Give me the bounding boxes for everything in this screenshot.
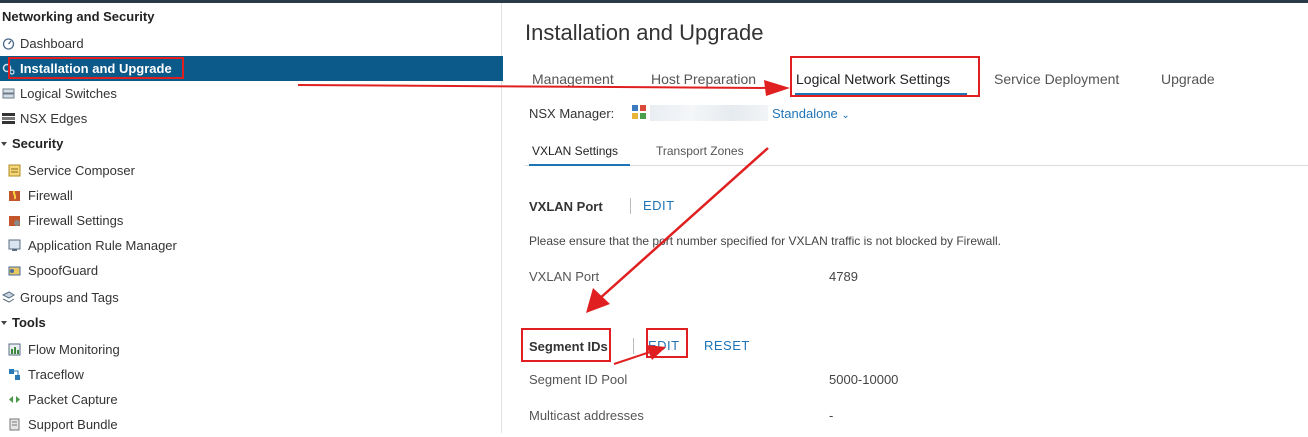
dashboard-icon xyxy=(2,38,15,50)
composer-icon xyxy=(8,164,21,177)
sidebar-item-label: Flow Monitoring xyxy=(28,342,120,357)
subtab-transport-zones[interactable]: Transport Zones xyxy=(656,144,744,158)
caret-down-icon xyxy=(1,320,7,325)
sidebar-item-label: Groups and Tags xyxy=(20,290,119,305)
sidebar-item-spoofguard[interactable]: SpoofGuard xyxy=(0,258,509,283)
sidebar-item-label: Traceflow xyxy=(28,367,84,382)
selected-subtab-indicator xyxy=(529,164,630,166)
sidebar-item-groups-tags[interactable]: Groups and Tags xyxy=(0,285,503,310)
segment-id-pool-label: Segment ID Pool xyxy=(529,372,628,387)
edges-icon xyxy=(2,113,15,124)
vxlan-port-label: VXLAN Port xyxy=(529,269,600,284)
caret-down-icon xyxy=(1,141,7,146)
sidebar-title: Networking and Security xyxy=(2,9,155,24)
annotation-box-logical-network-tab xyxy=(790,56,980,97)
sidebar-item-label: Firewall xyxy=(28,188,73,203)
vxlan-port-value: 4789 xyxy=(829,269,858,284)
segment-id-pool-value: 5000-10000 xyxy=(829,372,899,387)
sidebar-item-label: Support Bundle xyxy=(28,417,118,432)
sidebar-item-flow-monitoring[interactable]: Flow Monitoring xyxy=(0,337,509,362)
section-label: Tools xyxy=(12,315,46,330)
sidebar-item-firewall[interactable]: Firewall xyxy=(0,183,509,208)
sidebar-item-label: Packet Capture xyxy=(28,392,118,407)
sidebar-item-firewall-settings[interactable]: Firewall Settings xyxy=(0,208,509,233)
sidebar-item-packet-capture[interactable]: Packet Capture xyxy=(0,387,509,412)
switches-icon xyxy=(2,88,15,99)
divider xyxy=(630,198,631,214)
sidebar-section-security[interactable]: Security xyxy=(0,136,63,151)
segment-reset-button[interactable]: RESET xyxy=(704,338,750,353)
support-bundle-icon xyxy=(9,418,20,431)
sidebar-item-label: Firewall Settings xyxy=(28,213,124,228)
sidebar-section-tools[interactable]: Tools xyxy=(0,315,46,330)
traceflow-icon xyxy=(9,369,20,380)
tab-host-preparation[interactable]: Host Preparation xyxy=(651,71,756,87)
tab-management[interactable]: Management xyxy=(532,71,614,87)
subtab-vxlan-settings[interactable]: VXLAN Settings xyxy=(532,144,618,158)
rule-manager-icon xyxy=(8,239,21,251)
firewall-icon xyxy=(9,190,20,201)
vxlan-edit-button[interactable]: EDIT xyxy=(643,198,675,213)
sidebar-item-label: Dashboard xyxy=(20,36,84,51)
nsx-manager-address-redacted xyxy=(650,105,768,121)
sidebar-item-label: Application Rule Manager xyxy=(28,238,177,253)
sidebar-item-traceflow[interactable]: Traceflow xyxy=(0,362,509,387)
nsx-manager-icon xyxy=(632,105,646,119)
tab-service-deployment[interactable]: Service Deployment xyxy=(994,71,1119,87)
divider xyxy=(633,338,634,354)
sidebar-item-label: Logical Switches xyxy=(20,86,117,101)
vxlan-port-heading: VXLAN Port xyxy=(529,199,603,214)
page-title: Installation and Upgrade xyxy=(525,20,764,45)
annotation-box-segment-ids xyxy=(521,328,611,362)
vxlan-note: Please ensure that the port number speci… xyxy=(529,234,1002,248)
annotation-box-segment-edit xyxy=(646,328,688,358)
sidebar-item-support-bundle[interactable]: Support Bundle xyxy=(0,412,509,437)
sidebar-item-nsx-edges[interactable]: NSX Edges xyxy=(0,106,503,131)
groups-icon xyxy=(2,291,15,303)
chevron-down-icon: ⌄ xyxy=(841,110,850,121)
subtab-divider xyxy=(525,165,1308,166)
multicast-addresses-value: - xyxy=(829,408,834,423)
nsx-manager-mode-dropdown[interactable]: Standalone ⌄ xyxy=(772,106,850,121)
sidebar-item-label: SpoofGuard xyxy=(28,263,99,278)
section-label: Security xyxy=(12,136,64,151)
sidebar-item-label: NSX Edges xyxy=(20,111,88,126)
multicast-addresses-label: Multicast addresses xyxy=(529,408,644,423)
packet-capture-icon xyxy=(9,396,20,403)
spoofguard-icon xyxy=(8,266,21,276)
sidebar-item-label: Service Composer xyxy=(28,163,135,178)
tab-upgrade[interactable]: Upgrade xyxy=(1161,71,1215,87)
sidebar-item-application-rule-manager[interactable]: Application Rule Manager xyxy=(0,233,509,258)
sidebar-item-logical-switches[interactable]: Logical Switches xyxy=(0,81,503,106)
sidebar-item-service-composer[interactable]: Service Composer xyxy=(0,158,509,183)
flow-monitor-icon xyxy=(8,343,21,356)
firewall-settings-icon xyxy=(9,216,20,226)
sidebar-item-dashboard[interactable]: Dashboard xyxy=(0,31,503,56)
annotation-box-installation xyxy=(8,57,184,79)
nsx-manager-mode: Standalone xyxy=(772,106,838,121)
nsx-manager-label: NSX Manager: xyxy=(529,106,615,121)
